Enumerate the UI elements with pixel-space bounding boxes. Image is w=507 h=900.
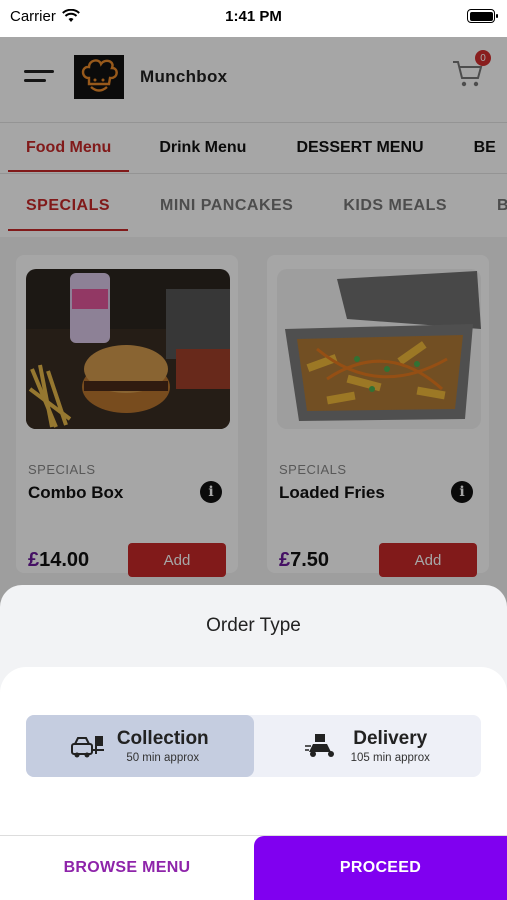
order-type-toggle: Collection 50 min approx Delivery 105 mi… <box>26 715 481 777</box>
sheet-body: Collection 50 min approx Delivery 105 mi… <box>0 667 507 900</box>
sheet-title: Order Type <box>206 615 301 636</box>
wifi-icon <box>61 9 80 22</box>
order-type-sheet: Order Type Collection 50 min approx Deli… <box>0 585 507 900</box>
sheet-actions: BROWSE MENU PROCEED <box>0 835 507 900</box>
status-left: Carrier <box>10 8 80 25</box>
status-bar: Carrier 1:41 PM <box>0 0 507 32</box>
browse-menu-button[interactable]: BROWSE MENU <box>0 836 254 900</box>
collection-option[interactable]: Collection 50 min approx <box>26 715 254 777</box>
delivery-title: Delivery <box>353 728 428 749</box>
carrier-label: Carrier <box>10 7 56 25</box>
collection-time: 50 min approx <box>126 752 200 764</box>
delivery-text: Delivery 105 min approx <box>351 728 430 764</box>
battery-icon <box>467 9 498 23</box>
collection-title: Collection <box>116 728 209 749</box>
proceed-button[interactable]: PROCEED <box>254 836 507 900</box>
delivery-icon <box>304 734 334 757</box>
delivery-time: 105 min approx <box>350 752 430 764</box>
collection-text: Collection 50 min approx <box>117 728 209 764</box>
delivery-option[interactable]: Delivery 105 min approx <box>254 715 482 777</box>
collection-icon <box>70 736 104 758</box>
